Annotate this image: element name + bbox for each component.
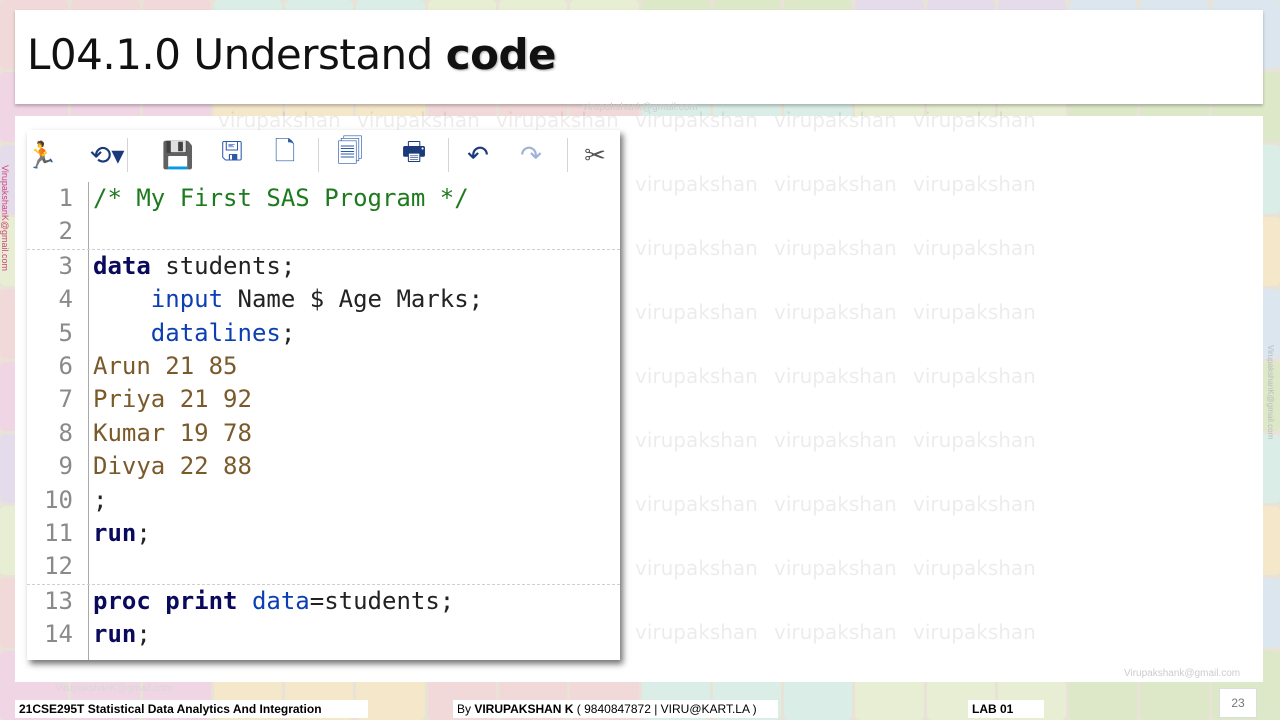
code-token: datalines: [150, 318, 281, 347]
toolbar-separator: [127, 138, 128, 172]
sas-editor: 🏃 ⟲▾ 💾 🖫 🗋 🗐 🖶 ↶ ↷ ✂ 1 /* My First SAS Program */ 2…: [26, 130, 620, 660]
print-icon[interactable]: 🖶: [399, 136, 429, 172]
code-line: 6 Arun 21 85: [27, 350, 620, 383]
history-icon[interactable]: ⟲▾: [82, 138, 132, 172]
code-token: Priya 21 92: [93, 385, 252, 414]
code-text: Kumar 19 78: [93, 417, 252, 450]
footer-email: VirupakshanK@gmail.com: [55, 683, 173, 694]
code-token: Kumar 19 78: [93, 418, 252, 447]
line-number: 4: [58, 285, 73, 314]
page-title: L04.1.0 Understand code: [27, 30, 557, 79]
code-token: ;: [280, 318, 296, 347]
line-number: 5: [58, 318, 73, 347]
side-email: VirupakshanK@gmail.com: [0, 165, 10, 272]
code-text: Priya 21 92: [93, 383, 252, 416]
code-text: run;: [93, 618, 151, 651]
side-email-right: VirupakshanK@gmail.com: [1266, 345, 1275, 440]
line-number: 11: [44, 518, 73, 547]
code-line: 2: [27, 215, 620, 248]
code-text: proc print data=students;: [93, 585, 454, 618]
save-as-icon[interactable]: 🖫: [217, 136, 247, 172]
line-number: 9: [58, 452, 73, 481]
code-token: ;: [93, 485, 108, 514]
toolbar-separator: [318, 138, 319, 172]
code-token: /* My First SAS Program */: [93, 184, 469, 212]
line-number: 14: [44, 620, 73, 649]
new-file-icon[interactable]: 🗋: [270, 136, 300, 172]
code-token: proc print: [93, 586, 238, 615]
line-number: 8: [58, 418, 73, 447]
code-text: run;: [93, 517, 151, 550]
code-area[interactable]: 1 /* My First SAS Program */ 2 3 data studen…: [27, 182, 620, 660]
footer-by: By: [457, 702, 475, 716]
code-token: Name $ Age Marks;: [223, 285, 484, 314]
redo-icon[interactable]: ↷: [516, 138, 546, 172]
code-line: 4 input Name $ Age Marks;: [27, 283, 620, 316]
code-token: ;: [136, 518, 151, 547]
footer-lab: LAB 01: [968, 700, 1044, 718]
code-text: Divya 22 88: [93, 450, 252, 483]
code-token: run: [93, 518, 137, 547]
line-number: 10: [44, 485, 73, 514]
line-number: 1: [58, 184, 73, 212]
line-number: 6: [58, 351, 73, 380]
toolbar-separator: [448, 138, 449, 172]
code-text: input Name $ Age Marks;: [93, 283, 483, 316]
footer-contact: ( 9840847872 | VIRU@KART.LA ): [573, 702, 757, 716]
code-token: run: [93, 620, 137, 649]
code-token: data: [93, 251, 151, 280]
editor-toolbar: 🏃 ⟲▾ 💾 🖫 🗋 🗐 🖶 ↶ ↷ ✂: [26, 130, 620, 182]
code-line: 10;: [27, 484, 620, 517]
code-token: Divya 22 88: [93, 452, 252, 481]
code-line: 3 data students;: [27, 248, 620, 283]
code-text: /* My First SAS Program */: [93, 182, 469, 215]
code-line: 7 Priya 21 92: [27, 383, 620, 416]
code-line: 9 Divya 22 88: [27, 450, 620, 483]
code-line: 1 /* My First SAS Program */: [27, 182, 620, 215]
corner-email: Virupakshank@gmail.com: [1124, 668, 1241, 679]
code-line: 11 run;: [27, 517, 620, 550]
code-line: 5 datalines;: [27, 317, 620, 350]
toolbar-separator: [567, 138, 568, 172]
footer-author: VIRUPAKSHAN K: [474, 702, 574, 716]
title-prefix: L04.1.0 Understand: [27, 30, 446, 79]
code-line: 14 run;: [27, 618, 620, 651]
title-band: L04.1.0 Understand code: [15, 10, 1263, 104]
code-token: students;: [150, 251, 296, 280]
save-icon[interactable]: 💾: [162, 138, 194, 172]
footer-course: 21CSE295T Statistical Data Analytics And…: [15, 700, 368, 718]
code-line: 8 Kumar 19 78: [27, 417, 620, 450]
line-number: 7: [58, 385, 73, 414]
code-token: input: [150, 285, 224, 314]
title-bold: code: [445, 30, 557, 79]
line-number: 12: [44, 552, 73, 581]
code-line: 13 proc print data=students;: [27, 583, 620, 618]
code-text: Arun 21 85: [93, 350, 238, 383]
undo-icon[interactable]: ↶: [463, 138, 493, 172]
center-email: virupakshank@gmail.com: [583, 102, 698, 113]
code-token: ;: [136, 620, 151, 649]
code-token: data: [251, 586, 310, 615]
code-token: Arun 21 85: [93, 351, 238, 380]
page-number: 23: [1219, 688, 1257, 718]
line-number: 2: [58, 217, 73, 246]
log-icon[interactable]: 🗐: [335, 136, 365, 172]
code-text: ;: [93, 484, 107, 517]
code-text: data students;: [93, 250, 295, 283]
code-text: datalines;: [93, 317, 296, 350]
code-line: 12: [27, 550, 620, 583]
line-number: 3: [58, 251, 73, 280]
run-icon[interactable]: 🏃: [26, 138, 58, 172]
code-token: =students;: [309, 586, 455, 615]
line-number: 13: [44, 586, 73, 615]
cut-icon[interactable]: ✂: [580, 138, 610, 172]
footer-author-box: By VIRUPAKSHAN K ( 9840847872 | VIRU@KAR…: [453, 700, 778, 718]
